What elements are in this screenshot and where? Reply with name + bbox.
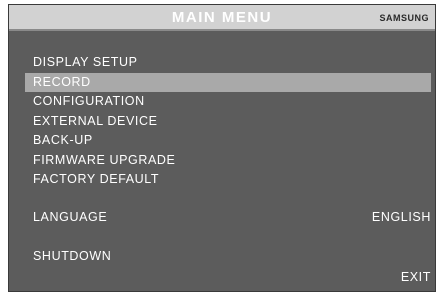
menu-header: MAIN MENU SAMSUNG <box>9 5 435 31</box>
exit-button[interactable]: EXIT <box>401 268 431 288</box>
menu-item-back-up[interactable]: BACK-UP <box>25 131 431 151</box>
menu-item-record[interactable]: RECORD <box>25 72 431 92</box>
menu-item-firmware-upgrade[interactable]: FIRMWARE UPGRADE <box>25 151 431 171</box>
language-label: LANGUAGE <box>33 210 108 224</box>
language-row[interactable]: LANGUAGE ENGLISH <box>25 208 431 228</box>
brand-logo: SAMSUNG <box>379 13 429 23</box>
menu-item-external-device[interactable]: EXTERNAL DEVICE <box>25 112 431 132</box>
language-value[interactable]: ENGLISH <box>372 208 431 228</box>
menu-item-configuration[interactable]: CONFIGURATION <box>25 92 431 112</box>
menu-item-display-setup[interactable]: DISPLAY SETUP <box>25 53 431 73</box>
shutdown-button[interactable]: SHUTDOWN <box>33 247 111 267</box>
menu-title: MAIN MENU <box>171 9 273 26</box>
menu-item-factory-default[interactable]: FACTORY DEFAULT <box>25 170 431 190</box>
main-menu-screen: MAIN MENU SAMSUNG DISPLAY SETUP RECORD C… <box>8 4 436 292</box>
exit-row: EXIT <box>25 268 431 288</box>
main-menu-list: DISPLAY SETUP RECORD CONFIGURATION EXTER… <box>25 53 431 190</box>
shutdown-row[interactable]: SHUTDOWN <box>25 247 431 267</box>
